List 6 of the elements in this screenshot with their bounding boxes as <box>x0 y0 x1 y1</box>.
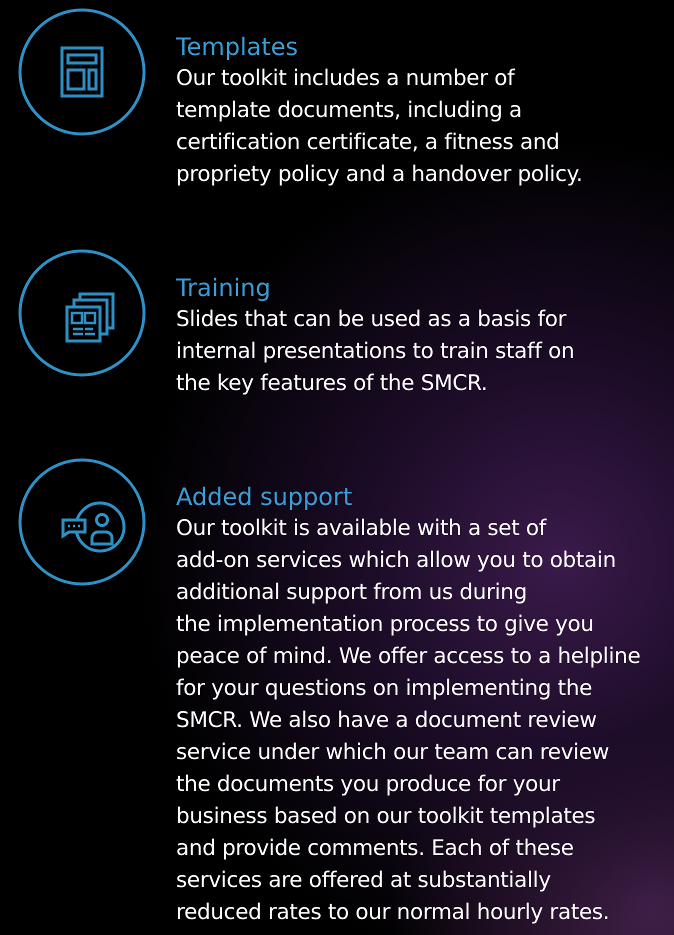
feature-description: Our toolkit includes a number of template documents, including a certification certificate, a fitness and propriety policy and a handover policy. <box>176 65 582 189</box>
feature-title: Training <box>176 273 272 304</box>
feature-description: Our toolkit is available with a set of add-on services which allow you to obtain additional support from us during the implementation process to give you peace of mind. We offer access to a helpline for your questions on implementing the SMCR. We also have a document review service under which our team can review the documents you produce for your business based on our toolkit templates and provide comments. Each of these services are offered at substantially reduced rates to our normal hourly rates. <box>176 515 640 927</box>
feature-title: Added support <box>176 482 354 513</box>
feature-title: Templates <box>176 32 300 63</box>
feature-description: Slides that can be used as a basis for internal presentations to train staff on the key features of the SMCR. <box>176 306 574 398</box>
